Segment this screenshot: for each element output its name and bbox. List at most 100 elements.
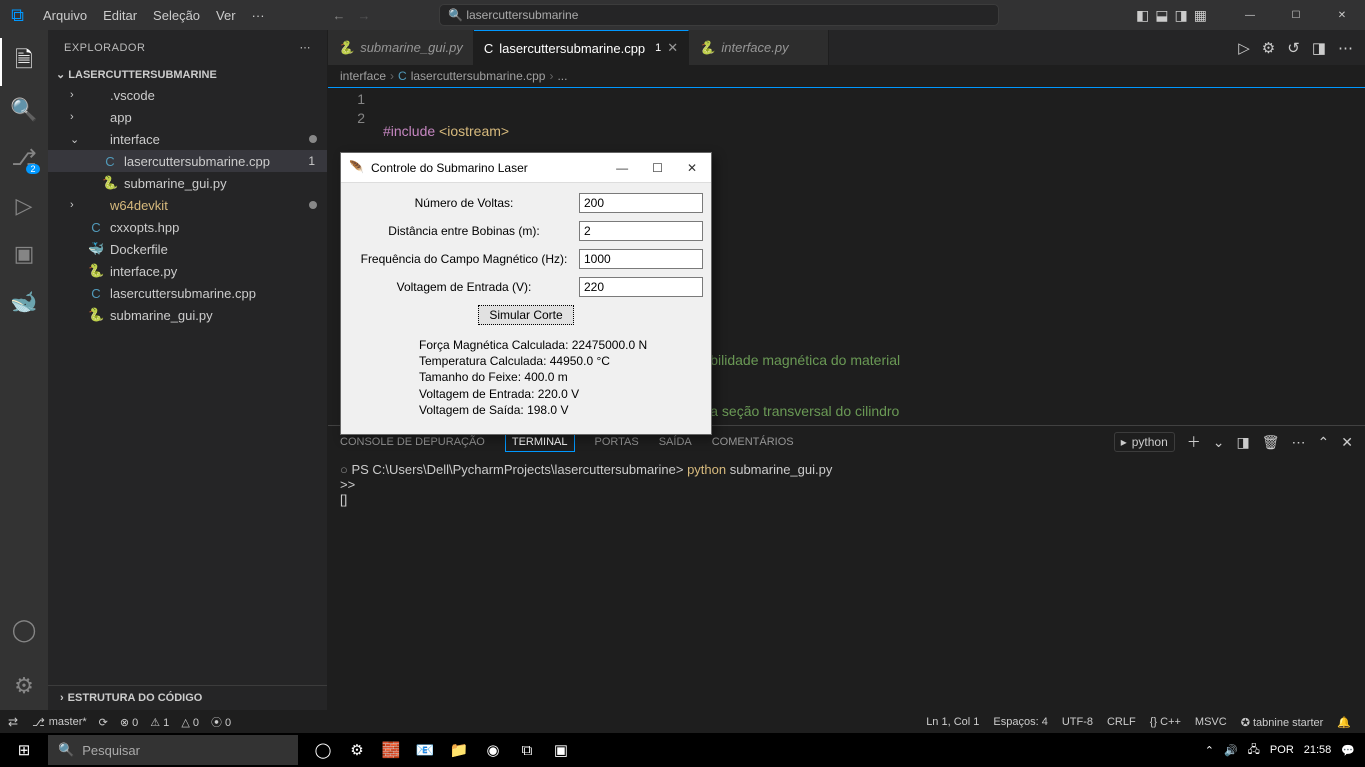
status-language[interactable]: {} C++ [1150,716,1181,728]
status-notifications-icon[interactable]: 🔔 [1337,716,1351,729]
tk-field-input[interactable] [579,277,703,297]
menu-file[interactable]: Arquivo [35,8,95,23]
status-indent[interactable]: Espaços: 4 [993,716,1047,728]
file-tree-item[interactable]: Clasercuttersubmarine.cpp [48,282,327,304]
breadcrumb-file[interactable]: lasercuttersubmarine.cpp [411,69,546,83]
status-encoding[interactable]: UTF-8 [1062,716,1093,728]
terminal-profile[interactable]: ▸python [1114,432,1175,452]
file-tree-item[interactable]: ›.vscode [48,84,327,106]
simulate-button[interactable]: Simular Corte [478,305,573,325]
activity-settings-icon[interactable]: ⚙ [0,662,48,710]
more-actions-icon[interactable]: ⋯ [1338,39,1353,57]
tray-chevron-icon[interactable]: ⌃ [1205,744,1214,757]
terminal-more-icon[interactable]: ⋯ [1292,434,1306,451]
file-tree-item[interactable]: ›app [48,106,327,128]
activity-extensions-icon[interactable]: ▣ [0,230,48,278]
tk-close-button[interactable]: ✕ [681,159,703,177]
layout-customize-icon[interactable]: ▦ [1194,7,1207,24]
taskbar-settings-icon[interactable]: ⚙ [340,733,374,767]
panel-tab-output[interactable]: SAÍDA [659,432,692,452]
menu-view[interactable]: Ver [208,8,244,23]
file-tree-item[interactable]: 🐍submarine_gui.py [48,172,327,194]
minimize-button[interactable]: — [1227,0,1273,30]
tk-minimize-button[interactable]: — [610,159,634,177]
breadcrumb-folder[interactable]: interface [340,69,386,83]
layout-primary-icon[interactable]: ◧ [1136,7,1149,24]
tree-root[interactable]: ⌄ LASERCUTTERSUBMARINE [48,65,327,84]
taskbar-vscode-icon[interactable]: ⧉ [510,733,544,767]
status-eol[interactable]: CRLF [1107,716,1136,728]
activity-explorer-icon[interactable]: 🗎 [0,38,48,86]
activity-account-icon[interactable]: ◯ [0,606,48,654]
terminal-dropdown-icon[interactable]: ⌄ [1213,434,1225,451]
status-sync[interactable]: ⟳ [99,716,108,729]
taskbar-mail-icon[interactable]: 📧 [408,733,442,767]
tk-field-input[interactable] [579,221,703,241]
tray-language[interactable]: POR [1270,744,1294,756]
status-nowarn[interactable]: △ 0 [181,716,199,729]
file-tree-item[interactable]: ⌄interface [48,128,327,150]
sidebar-more-icon[interactable]: ⋯ [300,41,312,54]
close-button[interactable]: ✕ [1319,0,1365,30]
status-warnings[interactable]: ⚠ 1 [150,716,169,729]
file-tree-item[interactable]: 🐳Dockerfile [48,238,327,260]
nav-forward-icon[interactable]: → [358,8,371,23]
menu-edit[interactable]: Editar [95,8,145,23]
tk-dialog-window[interactable]: 🪶 Controle do Submarino Laser — ☐ ✕ Núme… [340,152,712,435]
taskbar-app-icon[interactable]: ▣ [544,733,578,767]
panel-tab-debug-console[interactable]: CONSOLE DE DEPURAÇÃO [340,432,485,452]
activity-debug-icon[interactable]: ▷ [0,182,48,230]
tk-field-input[interactable] [579,193,703,213]
command-center-search[interactable]: 🔍 lasercuttersubmarine [439,4,999,26]
taskbar-search[interactable]: 🔍Pesquisar [48,735,298,765]
activity-source-control-icon[interactable]: ⎇2 [0,134,48,182]
start-button-icon[interactable]: ⊞ [0,733,48,767]
panel-tab-terminal[interactable]: TERMINAL [505,432,575,452]
tk-maximize-button[interactable]: ☐ [646,159,669,177]
layout-panel-icon[interactable]: ⬓ [1155,7,1168,24]
tray-network-icon[interactable]: 🖧 [1248,741,1260,760]
menu-more[interactable]: ··· [244,8,273,23]
panel-tab-comments[interactable]: COMENTÁRIOS [712,432,794,452]
nav-back-icon[interactable]: ← [333,8,346,23]
file-tree-item[interactable]: 🐍submarine_gui.py [48,304,327,326]
file-tree-item[interactable]: Clasercuttersubmarine.cpp1 [48,150,327,172]
tray-volume-icon[interactable]: 🔊 [1224,744,1238,757]
menu-selection[interactable]: Seleção [145,8,208,23]
terminal-close-icon[interactable]: ✕ [1341,434,1353,451]
status-radio[interactable]: ⦿ 0 [211,714,231,730]
tk-field-input[interactable] [579,249,703,269]
terminal-output[interactable]: ○ PS C:\Users\Dell\PycharmProjects\laser… [328,458,1365,710]
terminal-trash-icon[interactable]: 🗑 [1262,434,1280,451]
terminal-new-icon[interactable]: ＋ [1187,432,1201,452]
settings-gear-icon[interactable]: ⚙ [1262,39,1275,57]
panel-tab-ports[interactable]: PORTAS [595,432,639,452]
editor-tab[interactable]: Clasercuttersubmarine.cpp1✕ [474,30,689,65]
run-icon[interactable]: ▷ [1238,39,1250,57]
terminal-split-icon[interactable]: ◨ [1237,434,1250,451]
tk-titlebar[interactable]: 🪶 Controle do Submarino Laser — ☐ ✕ [341,153,711,183]
remote-indicator[interactable]: ⇄ [0,711,26,734]
taskbar-github-icon[interactable]: ◯ [306,733,340,767]
outline-section[interactable]: ›ESTRUTURA DO CÓDIGO [48,685,327,710]
editor-tab[interactable]: 🐍interface.py [689,30,829,65]
status-tabnine[interactable]: ✪ tabnine starter [1241,716,1324,729]
activity-search-icon[interactable]: 🔍 [0,86,48,134]
taskbar-store-icon[interactable]: 🧱 [374,733,408,767]
history-icon[interactable]: ↺ [1287,39,1300,57]
activity-docker-icon[interactable]: 🐋 [0,278,48,326]
tab-close-icon[interactable]: ✕ [667,40,678,56]
status-compiler[interactable]: MSVC [1195,716,1227,728]
breadcrumb[interactable]: interface › C lasercuttersubmarine.cpp ›… [328,65,1365,87]
file-tree-item[interactable]: Ccxxopts.hpp [48,216,327,238]
tray-clock[interactable]: 21:58 [1304,744,1332,756]
maximize-button[interactable]: ☐ [1273,0,1319,30]
terminal-maximize-icon[interactable]: ⌃ [1318,434,1330,451]
file-tree-item[interactable]: 🐍interface.py [48,260,327,282]
status-branch[interactable]: ⎇ master* [32,716,87,729]
tray-notifications-icon[interactable]: 💬 [1341,744,1355,757]
file-tree-item[interactable]: ›w64devkit [48,194,327,216]
breadcrumb-more[interactable]: ... [557,69,567,83]
layout-secondary-icon[interactable]: ◨ [1175,7,1188,24]
taskbar-explorer-icon[interactable]: 📁 [442,733,476,767]
